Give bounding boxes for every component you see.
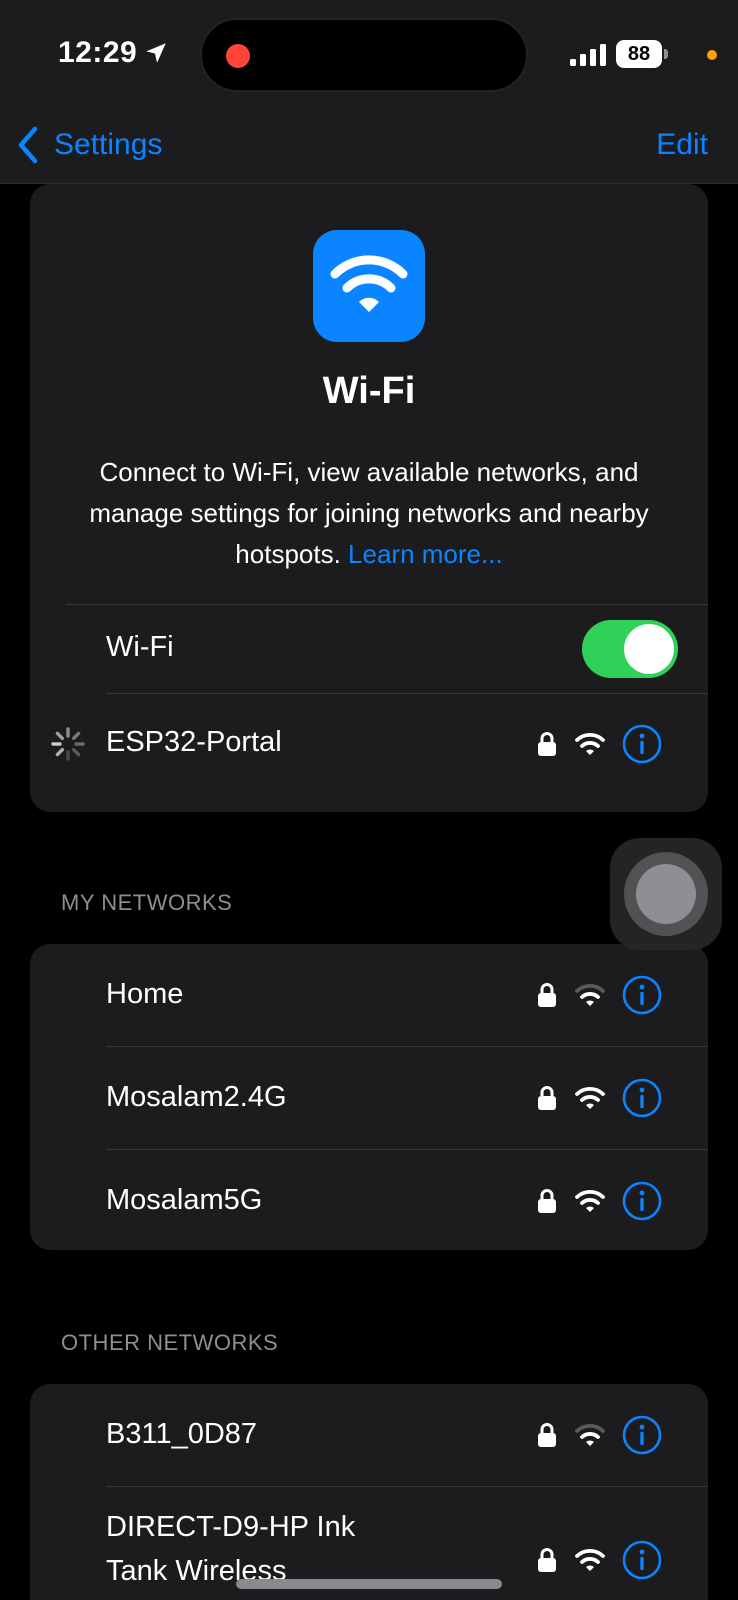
list-item[interactable]: B311_0D87 [30, 1384, 708, 1486]
learn-more-link[interactable]: Learn more... [348, 539, 503, 569]
info-icon[interactable] [622, 724, 662, 764]
status-time: 12:29 [58, 36, 138, 69]
my-networks-list: Home Mosalam2.4G Mosalam5G [30, 944, 708, 1250]
network-name: Home [106, 978, 184, 1010]
lock-icon [538, 1548, 556, 1572]
dynamic-island [200, 18, 528, 92]
status-bar: 12:29 88 [0, 0, 738, 110]
list-item[interactable]: Mosalam5G [30, 1150, 708, 1250]
network-name-line-1: DIRECT-D9-HP Ink [106, 1511, 356, 1543]
location-arrow-icon [146, 43, 166, 63]
list-item[interactable]: Home [30, 944, 708, 1046]
network-name: B311_0D87 [106, 1418, 258, 1450]
mic-indicator-icon [707, 50, 717, 60]
wifi-toggle-label: Wi-Fi [106, 631, 174, 663]
nav-bar: Settings Edit [0, 110, 738, 184]
assistive-touch-button[interactable] [610, 838, 722, 950]
assistive-touch-core [636, 864, 696, 924]
wifi-signal-weak-icon [575, 983, 605, 1006]
info-icon[interactable] [622, 1415, 662, 1455]
other-networks-list: B311_0D87 DIRECT-D9-HP Ink Tank Wireless [30, 1384, 708, 1600]
info-icon[interactable] [622, 1181, 662, 1221]
wifi-signal-icon [575, 1548, 605, 1571]
network-name: ESP32-Portal [106, 726, 282, 758]
info-icon[interactable] [622, 1078, 662, 1118]
current-network-row[interactable]: ESP32-Portal [30, 694, 708, 794]
wifi-signal-icon [575, 732, 605, 755]
info-icon[interactable] [622, 1540, 662, 1580]
network-name: Mosalam5G [106, 1184, 263, 1216]
lock-icon [538, 1423, 556, 1447]
wifi-hero-card: Wi-Fi Connect to Wi-Fi, view available n… [30, 184, 708, 812]
list-item[interactable]: Mosalam2.4G [30, 1047, 708, 1149]
page-title: Wi-Fi [322, 370, 416, 412]
wifi-toggle-row: Wi-Fi [30, 605, 708, 693]
toggle-knob [624, 624, 674, 674]
section-header-other-networks: OTHER NETWORKS [61, 1330, 279, 1355]
recording-indicator-icon [226, 44, 250, 68]
battery-icon: 88 [616, 40, 662, 68]
wifi-app-icon [313, 230, 425, 342]
back-button[interactable]: Settings [14, 122, 162, 168]
wifi-toggle[interactable] [582, 620, 678, 678]
info-icon[interactable] [622, 975, 662, 1015]
wifi-signal-weak-icon [575, 1423, 605, 1446]
wifi-signal-icon [575, 1086, 605, 1109]
lock-icon [538, 1086, 556, 1110]
network-name: Mosalam2.4G [106, 1081, 287, 1113]
back-label: Settings [54, 128, 163, 161]
lock-icon [538, 732, 556, 756]
cellular-signal-icon [570, 44, 606, 66]
battery-tip [664, 49, 668, 59]
loading-spinner-icon [51, 727, 85, 761]
chevron-left-icon [18, 126, 38, 164]
wifi-signal-icon [575, 1189, 605, 1212]
hero-description: Connect to Wi-Fi, view available network… [50, 452, 688, 575]
edit-button[interactable]: Edit [656, 122, 708, 168]
lock-icon [538, 983, 556, 1007]
wifi-icon [330, 255, 408, 312]
lock-icon [538, 1189, 556, 1213]
section-header-my-networks: MY NETWORKS [61, 890, 233, 915]
home-indicator[interactable] [236, 1579, 502, 1589]
